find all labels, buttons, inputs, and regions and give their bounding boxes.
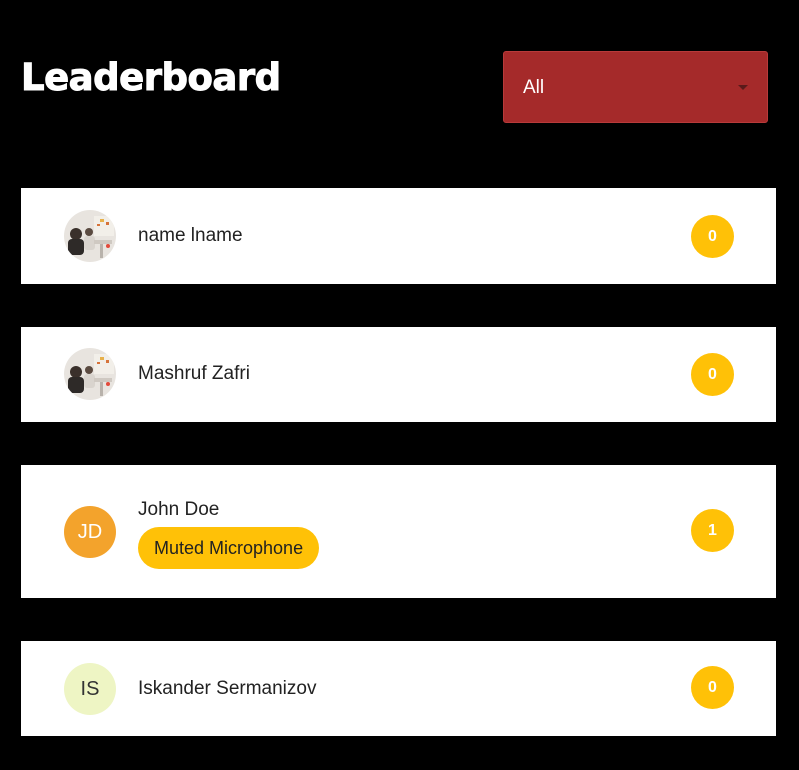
avatar	[64, 210, 116, 262]
filter-select[interactable]: All	[503, 51, 768, 123]
avatar-photo-icon	[64, 348, 116, 400]
leaderboard-row[interactable]: JD John Doe Muted Microphone 1	[21, 465, 776, 598]
avatar: IS	[64, 663, 116, 715]
score-badge: 0	[691, 666, 734, 709]
leaderboard-row[interactable]: IS Iskander Sermanizov 0	[21, 641, 776, 736]
score-badge: 0	[691, 353, 734, 396]
page-title: Leaderboard	[21, 56, 282, 100]
leaderboard-page: Leaderboard All name lname 0 Mashruf Zaf…	[0, 0, 799, 770]
filter-selected-value: All	[523, 77, 545, 98]
chevron-down-icon	[738, 85, 748, 90]
player-name: Mashruf Zafri	[138, 363, 250, 384]
score-badge: 1	[691, 509, 734, 552]
leaderboard-row[interactable]: Mashruf Zafri 0	[21, 327, 776, 422]
avatar: JD	[64, 506, 116, 558]
player-name: John Doe	[138, 499, 220, 520]
avatar	[64, 348, 116, 400]
leaderboard-row[interactable]: name lname 0	[21, 188, 776, 284]
score-badge: 0	[691, 215, 734, 258]
status-tag: Muted Microphone	[138, 527, 320, 569]
player-name: name lname	[138, 225, 243, 246]
player-name: Iskander Sermanizov	[138, 678, 317, 699]
avatar-photo-icon	[64, 210, 116, 262]
